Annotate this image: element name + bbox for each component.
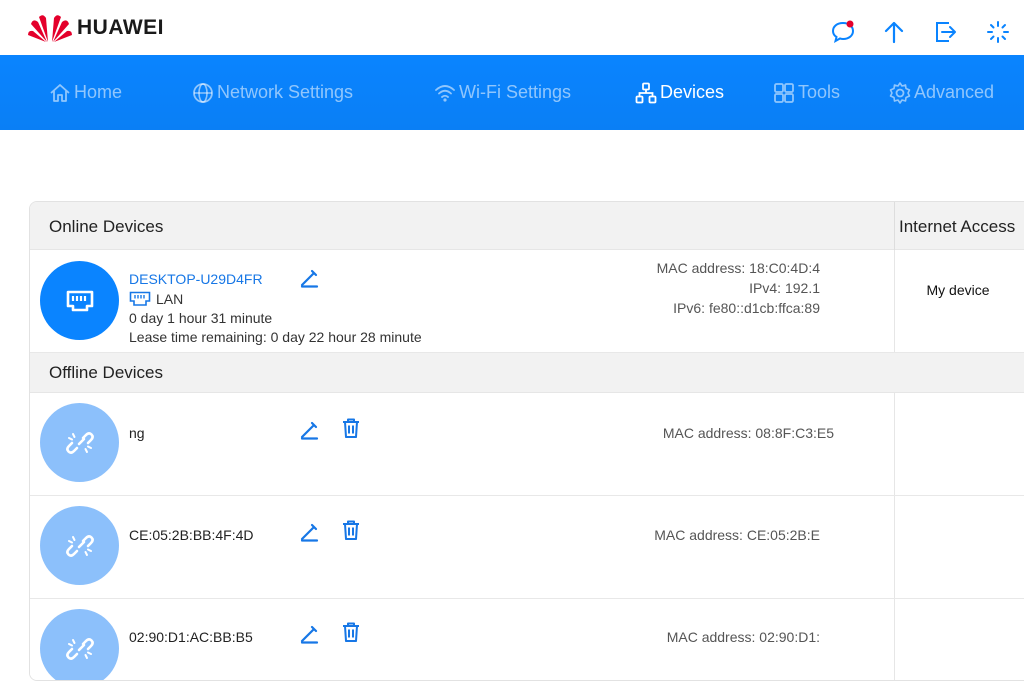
home-icon [50, 83, 70, 102]
delete-icon[interactable] [340, 621, 362, 643]
ethernet-port-icon [66, 290, 93, 311]
upload-icon[interactable] [881, 19, 907, 45]
nav-network-settings[interactable]: Network Settings [191, 55, 353, 130]
chat-icon[interactable] [830, 19, 856, 45]
offline-device-row[interactable]: CE:05:2B:BB:4F:4D MAC address: CE:05:2B:… [30, 496, 1024, 599]
mac-address: MAC address: 08:8F:C3:E5 [662, 425, 834, 441]
column-divider [894, 250, 895, 352]
offline-device-row[interactable]: ng MAC address: 08:8F:C3:E5 [30, 393, 1024, 496]
loading-icon [985, 19, 1011, 45]
broken-link-icon [65, 637, 94, 660]
tools-icon [774, 82, 794, 103]
devices-icon [635, 82, 657, 103]
edit-icon[interactable] [299, 521, 321, 543]
ipv4-address: IPv4: 192.1 [749, 280, 820, 296]
delete-icon[interactable] [340, 417, 362, 439]
nav-advanced[interactable]: Advanced [888, 55, 994, 130]
online-time: 0 day 1 hour 31 minute [129, 310, 273, 326]
wifi-icon [435, 84, 455, 102]
column-divider [894, 202, 895, 250]
delete-icon[interactable] [340, 519, 362, 541]
nav-label: Home [74, 82, 123, 102]
lease-time: Lease time remaining: 0 day 22 hour 28 m… [129, 329, 422, 345]
device-avatar [40, 506, 119, 585]
device-name: ng [129, 425, 145, 441]
broken-link-icon [65, 534, 94, 557]
logout-icon[interactable] [933, 19, 959, 45]
huawei-petal-icon [28, 15, 72, 43]
internet-access-value: My device [926, 282, 990, 298]
edit-icon[interactable] [299, 623, 321, 645]
device-name: CE:05:2B:BB:4F:4D [129, 527, 254, 543]
mac-address: MAC address: 18:C0:4D:4 [656, 260, 820, 276]
device-name-link[interactable]: DESKTOP-U29D4FR [129, 271, 263, 287]
broken-link-icon [65, 431, 94, 454]
nav-tools[interactable]: Tools [772, 55, 840, 130]
offline-device-row[interactable]: 02:90:D1:AC:BB:B5 MAC address: 02:90:D1: [30, 599, 1024, 680]
ipv6-address: IPv6: fe80::d1cb:ffca:89 [673, 300, 820, 316]
nav-wifi-settings[interactable]: Wi-Fi Settings [433, 55, 571, 130]
device-avatar [40, 261, 119, 340]
globe-icon [193, 82, 213, 103]
top-bar: HUAWEI [0, 0, 1024, 55]
device-table: Online Devices Internet Access DESKTOP-U… [29, 201, 1024, 681]
nav-label: Network Settings [217, 82, 354, 102]
offline-devices-header: Offline Devices [30, 353, 1024, 393]
huawei-logo[interactable]: HUAWEI [28, 12, 164, 44]
online-devices-header: Online Devices Internet Access [30, 202, 1024, 250]
column-divider [894, 393, 895, 495]
nav-label: Devices [660, 82, 725, 102]
internet-access-header: Internet Access [899, 217, 1016, 236]
connection-label: LAN [156, 291, 184, 307]
mac-address: MAC address: 02:90:D1: [666, 629, 820, 645]
lan-icon [129, 291, 151, 306]
column-divider [894, 496, 895, 598]
nav-home[interactable]: Home [48, 55, 122, 130]
connection-type: LAN [129, 291, 183, 307]
nav-label: Wi-Fi Settings [459, 82, 572, 102]
nav-label: Advanced [914, 82, 995, 102]
nav-label: Tools [798, 82, 841, 102]
offline-devices-title: Offline Devices [49, 363, 164, 382]
main-nav: Home Network Settings Wi-Fi Settings Dev… [0, 55, 1024, 130]
nav-devices[interactable]: Devices [634, 55, 724, 130]
column-divider [894, 599, 895, 680]
edit-icon[interactable] [299, 419, 321, 441]
brand-name: HUAWEI [77, 16, 164, 39]
device-name: 02:90:D1:AC:BB:B5 [129, 629, 253, 645]
online-devices-title: Online Devices [49, 217, 164, 236]
edit-icon[interactable] [299, 267, 321, 289]
mac-address: MAC address: CE:05:2B:E [654, 527, 820, 543]
device-avatar [40, 609, 119, 680]
gear-icon [889, 81, 911, 104]
online-device-row[interactable]: DESKTOP-U29D4FR LAN 0 day 1 hour 31 minu… [30, 250, 1024, 353]
device-avatar [40, 403, 119, 482]
